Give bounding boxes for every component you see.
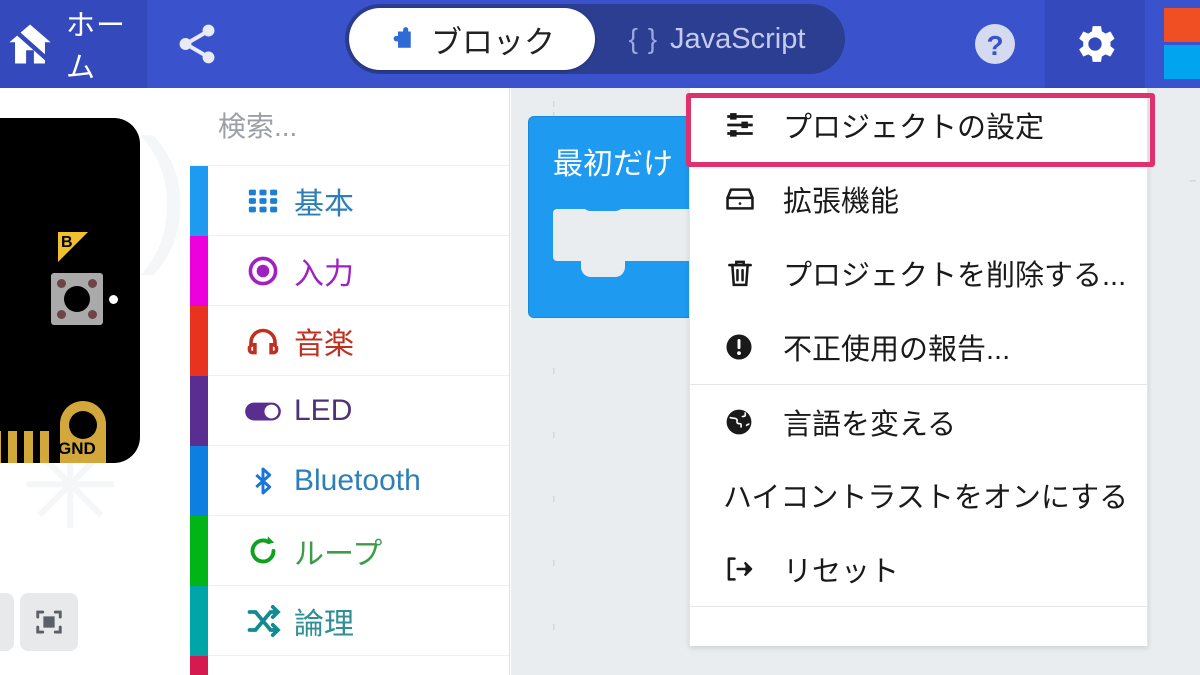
logo-square-orange: [1164, 8, 1200, 42]
home-button-label: ホーム: [66, 10, 127, 84]
sidebar-item-label: 変数: [294, 669, 354, 675]
menu-item-label: プロジェクトを削除する...: [783, 260, 1127, 292]
gear-icon: [1070, 19, 1120, 69]
sidebar-item-led[interactable]: LED: [190, 376, 509, 446]
menu-item-label: 拡張機能: [783, 186, 900, 218]
sidebar-item-label: LED: [294, 393, 353, 427]
tab-javascript[interactable]: { } JavaScript: [595, 8, 839, 70]
button-b-label: B: [61, 234, 73, 251]
category-color-bar: [190, 306, 208, 376]
puzzle-piece-icon: [389, 24, 419, 54]
blocks-toolbox: 基本 入力 音楽: [190, 88, 510, 675]
exclamation-icon: [723, 331, 777, 363]
sidebar-item-label: 入力: [294, 257, 354, 291]
extensions-icon: [723, 182, 777, 216]
trash-icon: [723, 256, 777, 290]
menu-item-delete-project[interactable]: プロジェクトを削除する...: [690, 236, 1147, 310]
category-color-bar: [190, 586, 208, 656]
microbit-board[interactable]: B 3V GND: [0, 118, 140, 463]
button-pin: [57, 310, 66, 319]
sidebar-item-music[interactable]: 音楽: [190, 306, 509, 376]
help-circle-icon: ?: [971, 20, 1019, 68]
bluetooth-icon: [238, 465, 288, 497]
led-indicator: [109, 295, 118, 304]
menu-item-label: 不正使用の報告...: [783, 334, 1011, 366]
menu-item-change-language[interactable]: 言語を変える: [690, 384, 1147, 458]
microsoft-logo-icon: [1164, 8, 1200, 79]
button-pin: [88, 279, 97, 288]
menu-item-label: ハイコントラストをオンにする: [723, 482, 1129, 514]
fullscreen-button[interactable]: [20, 593, 78, 651]
sidebar-item-label: 音楽: [294, 327, 354, 361]
menu-item-project-settings[interactable]: プロジェクトの設定: [690, 88, 1147, 162]
editor-mode-tabs: ブロック { } JavaScript: [345, 4, 845, 74]
refresh-loop-icon: [238, 533, 288, 569]
braces-icon: { }: [628, 23, 659, 54]
pin-small: [0, 431, 1, 463]
pin-small: [24, 431, 33, 463]
pin-small: [40, 431, 49, 463]
sign-out-icon: [723, 553, 777, 585]
menu-item-reset[interactable]: リセット: [690, 532, 1147, 606]
sidebar-item-label: Bluetooth: [294, 463, 421, 497]
top-navigation-bar: ホーム ? ブロック {} JavaScript: [0, 0, 1200, 88]
sidebar-item-logic[interactable]: 論理: [190, 586, 509, 656]
menu-item-extensions[interactable]: 拡張機能: [690, 162, 1147, 236]
simulator-tool-partial[interactable]: [0, 593, 14, 651]
button-pin: [88, 310, 97, 319]
microsoft-logo: [1145, 0, 1200, 88]
home-button[interactable]: ホーム: [0, 0, 147, 88]
sidebar-item-label: ループ: [294, 537, 383, 571]
fullscreen-icon: [34, 607, 64, 637]
microbit-edge-connector: 3V GND: [0, 401, 140, 463]
simulator-toolbar: [0, 593, 78, 651]
category-color-bar: [190, 166, 208, 236]
sidebar-item-loops[interactable]: ループ: [190, 516, 509, 586]
sidebar-item-label: 論理: [294, 607, 354, 641]
target-circle-icon: [238, 253, 288, 289]
toolbox-search-row: [190, 88, 509, 166]
globe-icon: [723, 406, 777, 438]
category-color-bar: [190, 516, 208, 586]
menu-item-report-abuse[interactable]: 不正使用の報告...: [690, 310, 1147, 384]
category-color-bar: [190, 376, 208, 446]
pin-gnd-label: GND: [58, 439, 96, 458]
menu-bottom-section: [690, 606, 1147, 646]
shuffle-arrows-icon: [238, 603, 288, 639]
tab-blocks[interactable]: ブロック: [349, 8, 595, 70]
app-root: ホーム ? ブロック {} JavaScript) ✳ B GND 検索..…: [0, 0, 1200, 675]
sidebar-item-basic[interactable]: 基本: [190, 166, 509, 236]
sidebar-item-label: 基本: [294, 187, 354, 221]
share-icon: [174, 21, 220, 67]
sliders-icon: [723, 108, 777, 142]
microbit-button-b[interactable]: [51, 273, 103, 325]
button-pin: [57, 279, 66, 288]
sidebar-item-bluetooth[interactable]: Bluetooth: [190, 446, 509, 516]
menu-item-label: 言語を変える: [783, 408, 957, 441]
search-input[interactable]: [218, 110, 509, 143]
settings-menu-button[interactable]: [1045, 0, 1145, 88]
category-color-bar: [190, 656, 208, 675]
category-color-bar: [190, 446, 208, 516]
svg-text:?: ?: [986, 30, 1003, 61]
share-button[interactable]: [147, 0, 247, 88]
pin-small: [8, 431, 17, 463]
help-button[interactable]: ?: [945, 0, 1045, 88]
tab-javascript-label: JavaScript: [670, 22, 806, 55]
menu-item-label: プロジェクトの設定: [783, 112, 1045, 144]
sidebar-item-input[interactable]: 入力: [190, 236, 509, 306]
settings-dropdown-menu: プロジェクトの設定 拡張機能 プロジェクトを削除する... 不正使用の報告...…: [689, 88, 1148, 646]
headphones-icon: [238, 323, 288, 359]
category-color-bar: [190, 236, 208, 306]
logo-square-blue: [1164, 45, 1200, 79]
simulator-panel: ( ) ✳ B 3V GND: [0, 88, 190, 675]
sidebar-item-variables[interactable]: 変数: [190, 656, 509, 675]
menu-item-label: リセット: [783, 556, 900, 588]
home-icon: [4, 18, 56, 70]
button-b-flag-icon: B: [58, 232, 88, 262]
grid-dots-icon: [238, 184, 288, 218]
tab-blocks-label: ブロック: [431, 24, 555, 60]
toggle-on-icon: [238, 390, 288, 432]
menu-item-high-contrast[interactable]: ハイコントラストをオンにする: [690, 458, 1147, 532]
